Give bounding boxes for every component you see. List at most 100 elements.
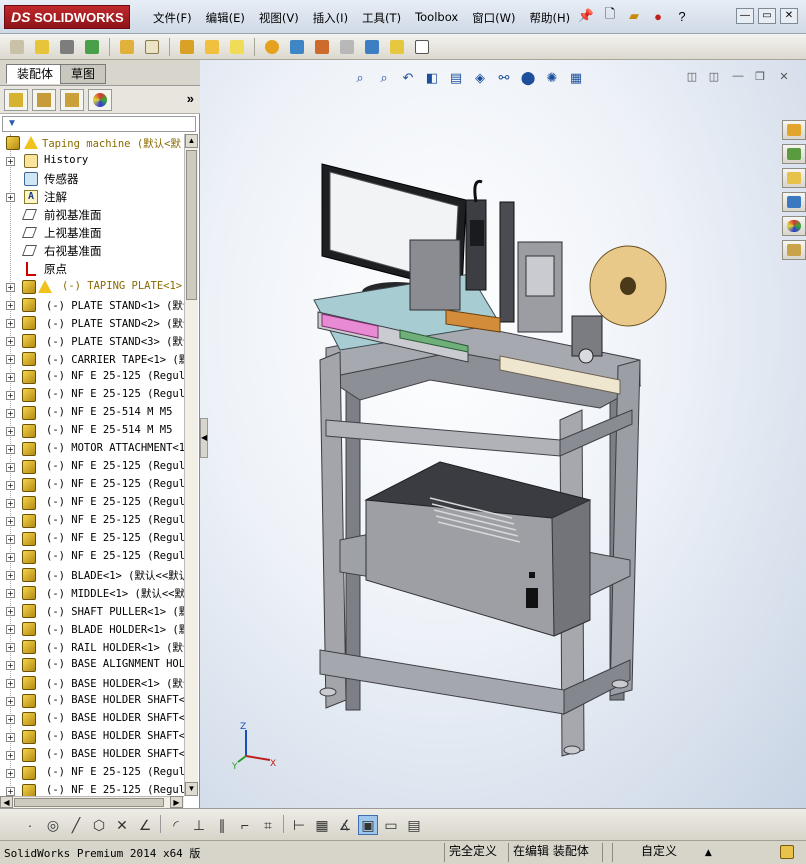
expand-toggle-icon[interactable]: + <box>6 481 15 490</box>
tree-item[interactable]: + (-) MOTOR ATTACHMENT<1> <box>0 440 184 458</box>
new-motion-icon[interactable] <box>261 37 283 57</box>
expand-toggle-icon[interactable]: + <box>6 553 15 562</box>
expand-toggle-icon[interactable]: + <box>6 535 15 544</box>
units-selector[interactable]: 自定义 ▲ <box>612 843 772 862</box>
tree-filter[interactable]: ▼ <box>2 116 196 132</box>
tree-item[interactable]: + (-) BASE HOLDER SHAFT<2 <box>0 710 184 728</box>
expand-toggle-icon[interactable]: + <box>6 625 15 634</box>
feature-manager-icon[interactable] <box>4 88 28 111</box>
expand-toggle-icon[interactable]: + <box>6 517 15 526</box>
scroll-up-arrow[interactable]: ▲ <box>185 134 198 148</box>
scroll-left-arrow[interactable]: ◀ <box>0 796 13 808</box>
polygon-icon[interactable]: ⬡ <box>89 815 109 835</box>
tab-assembly[interactable]: 装配体 <box>6 64 65 84</box>
file-explorer-icon[interactable] <box>782 168 806 188</box>
scroll-thumb[interactable] <box>186 150 197 300</box>
tree-item[interactable]: + (-) BLADE<1> (默认<<默认 <box>0 566 184 584</box>
pin-icon[interactable]: 📌 <box>576 6 596 26</box>
expand-toggle-icon[interactable]: + <box>6 697 15 706</box>
tree-item[interactable]: +Taping machine (默认<默 <box>0 134 184 152</box>
corner-icon[interactable]: ⌐ <box>235 815 255 835</box>
dimension-icon[interactable]: ⊢ <box>289 815 309 835</box>
tree-item[interactable]: + (-) NF E 25-514 M M5 <box>0 422 184 440</box>
tree-item[interactable]: 原点 <box>0 260 184 278</box>
tree-item[interactable]: + (-) NF E 25-125 (Regul <box>0 530 184 548</box>
tree-item[interactable]: + (-) NF E 25-125 (Regul <box>0 476 184 494</box>
new-document-icon[interactable]: 🗋 <box>600 6 620 26</box>
3d-view-icon[interactable]: ▣ <box>358 815 378 835</box>
interference-icon[interactable] <box>361 37 383 57</box>
help-icon[interactable]: ? <box>672 6 692 26</box>
line-icon[interactable]: ╱ <box>66 815 86 835</box>
exploded-view-icon[interactable] <box>311 37 333 57</box>
tree-item[interactable]: + (-) BLADE HOLDER<1> (默 <box>0 620 184 638</box>
trim-icon[interactable]: ✕ <box>112 815 132 835</box>
expand-toggle-icon[interactable]: + <box>6 193 15 202</box>
scroll-right-arrow[interactable]: ▶ <box>170 796 183 808</box>
tree-item[interactable]: + (-) NF E 25-125 (Regul <box>0 764 184 782</box>
point-icon[interactable]: · <box>20 815 40 835</box>
tree-item[interactable]: 上视基准面 <box>0 224 184 242</box>
expand-toggle-icon[interactable]: + <box>6 733 15 742</box>
minimize-button[interactable]: — <box>736 8 754 24</box>
fillet-icon[interactable]: ◜ <box>166 815 186 835</box>
relation-icon[interactable]: ⊥ <box>189 815 209 835</box>
tree-item[interactable]: + (-) BASE HOLDER<1> (默认 <box>0 674 184 692</box>
clearance-icon[interactable] <box>386 37 408 57</box>
tree-item[interactable]: + (-) MIDDLE<1> (默认<<默 <box>0 584 184 602</box>
hole-alignment-icon[interactable] <box>411 37 433 57</box>
reference-geometry-icon[interactable] <box>226 37 248 57</box>
assembly-model[interactable] <box>200 60 806 808</box>
split-view-icon[interactable]: ▭ <box>381 815 401 835</box>
tooltip-icon[interactable] <box>780 845 794 859</box>
design-library-icon[interactable] <box>782 144 806 164</box>
expand-toggle-icon[interactable]: + <box>6 445 15 454</box>
tree-item[interactable]: 前视基准面 <box>0 206 184 224</box>
expand-toggle-icon[interactable]: + <box>6 607 15 616</box>
expand-toggle-icon[interactable]: + <box>6 337 15 346</box>
expand-toggle-icon[interactable]: + <box>6 589 15 598</box>
expand-toggle-icon[interactable]: + <box>6 661 15 670</box>
tree-item[interactable]: + (-) BASE ALIGNMENT HOLD <box>0 656 184 674</box>
tree-item[interactable]: + (-) SHAFT PULLER<1> (默 <box>0 602 184 620</box>
tree-item[interactable]: + (-) NF E 25-125 (Regul <box>0 458 184 476</box>
property-manager-icon[interactable] <box>32 88 56 111</box>
configuration-manager-icon[interactable] <box>60 88 84 111</box>
close-button[interactable]: ✕ <box>780 8 798 24</box>
tree-item[interactable]: + (-) TAPING PLATE<1> <box>0 278 184 296</box>
expand-toggle-icon[interactable]: + <box>6 715 15 724</box>
graphics-area[interactable]: ⌕ ⌕ ↶ ◧ ▤ ◈ ⚯ ⬤ ✺ ▦ ◫ ◫ — ❐ ✕ ◀ Z X Y <box>200 60 806 808</box>
assembly-icon[interactable] <box>6 37 28 57</box>
explode-line-icon[interactable] <box>336 37 358 57</box>
menu-toolbox[interactable]: Toolbox <box>408 8 465 28</box>
expand-toggle-icon[interactable]: + <box>6 463 15 472</box>
smart-fasteners-icon[interactable] <box>116 37 138 57</box>
expand-toggle-icon[interactable]: + <box>6 409 15 418</box>
tree-item[interactable]: 传感器 <box>0 170 184 188</box>
scroll-down-arrow[interactable]: ▼ <box>185 782 198 796</box>
tree-item[interactable]: + (-) BASE HOLDER SHAFT<4 <box>0 746 184 764</box>
circle-icon[interactable]: ◎ <box>43 815 63 835</box>
menu-tools[interactable]: 工具(T) <box>355 8 408 28</box>
appearances-icon[interactable] <box>782 216 806 236</box>
move-component-icon[interactable] <box>141 37 163 57</box>
tree-item[interactable]: + (-) BASE HOLDER SHAFT<3 <box>0 728 184 746</box>
tree-item[interactable]: + (-) RAIL HOLDER<1> (默认 <box>0 638 184 656</box>
assembly-features-icon[interactable] <box>201 37 223 57</box>
angle-icon[interactable]: ∠ <box>135 815 155 835</box>
solidworks-logo[interactable]: DS SOLIDWORKS <box>4 5 130 29</box>
expand-toggle-icon[interactable]: + <box>6 499 15 508</box>
insert-component-icon[interactable] <box>31 37 53 57</box>
hscroll-thumb[interactable] <box>14 798 164 807</box>
tree-item[interactable]: + (-) PLATE STAND<2> (默认 <box>0 314 184 332</box>
tree-item[interactable]: + (-) BASE HOLDER SHAFT<1 <box>0 692 184 710</box>
tree-vertical-scrollbar[interactable]: ▲ ▼ <box>184 134 198 796</box>
display-manager-icon[interactable] <box>88 88 112 111</box>
expand-toggle-icon[interactable]: + <box>6 769 15 778</box>
expand-toggle-icon[interactable]: + <box>6 679 15 688</box>
menu-edit[interactable]: 编辑(E) <box>199 8 252 28</box>
mate-icon[interactable] <box>56 37 78 57</box>
open-folder-icon[interactable]: ▰ <box>624 6 644 26</box>
expand-toggle-icon[interactable]: + <box>6 643 15 652</box>
menu-window[interactable]: 窗口(W) <box>465 8 522 28</box>
